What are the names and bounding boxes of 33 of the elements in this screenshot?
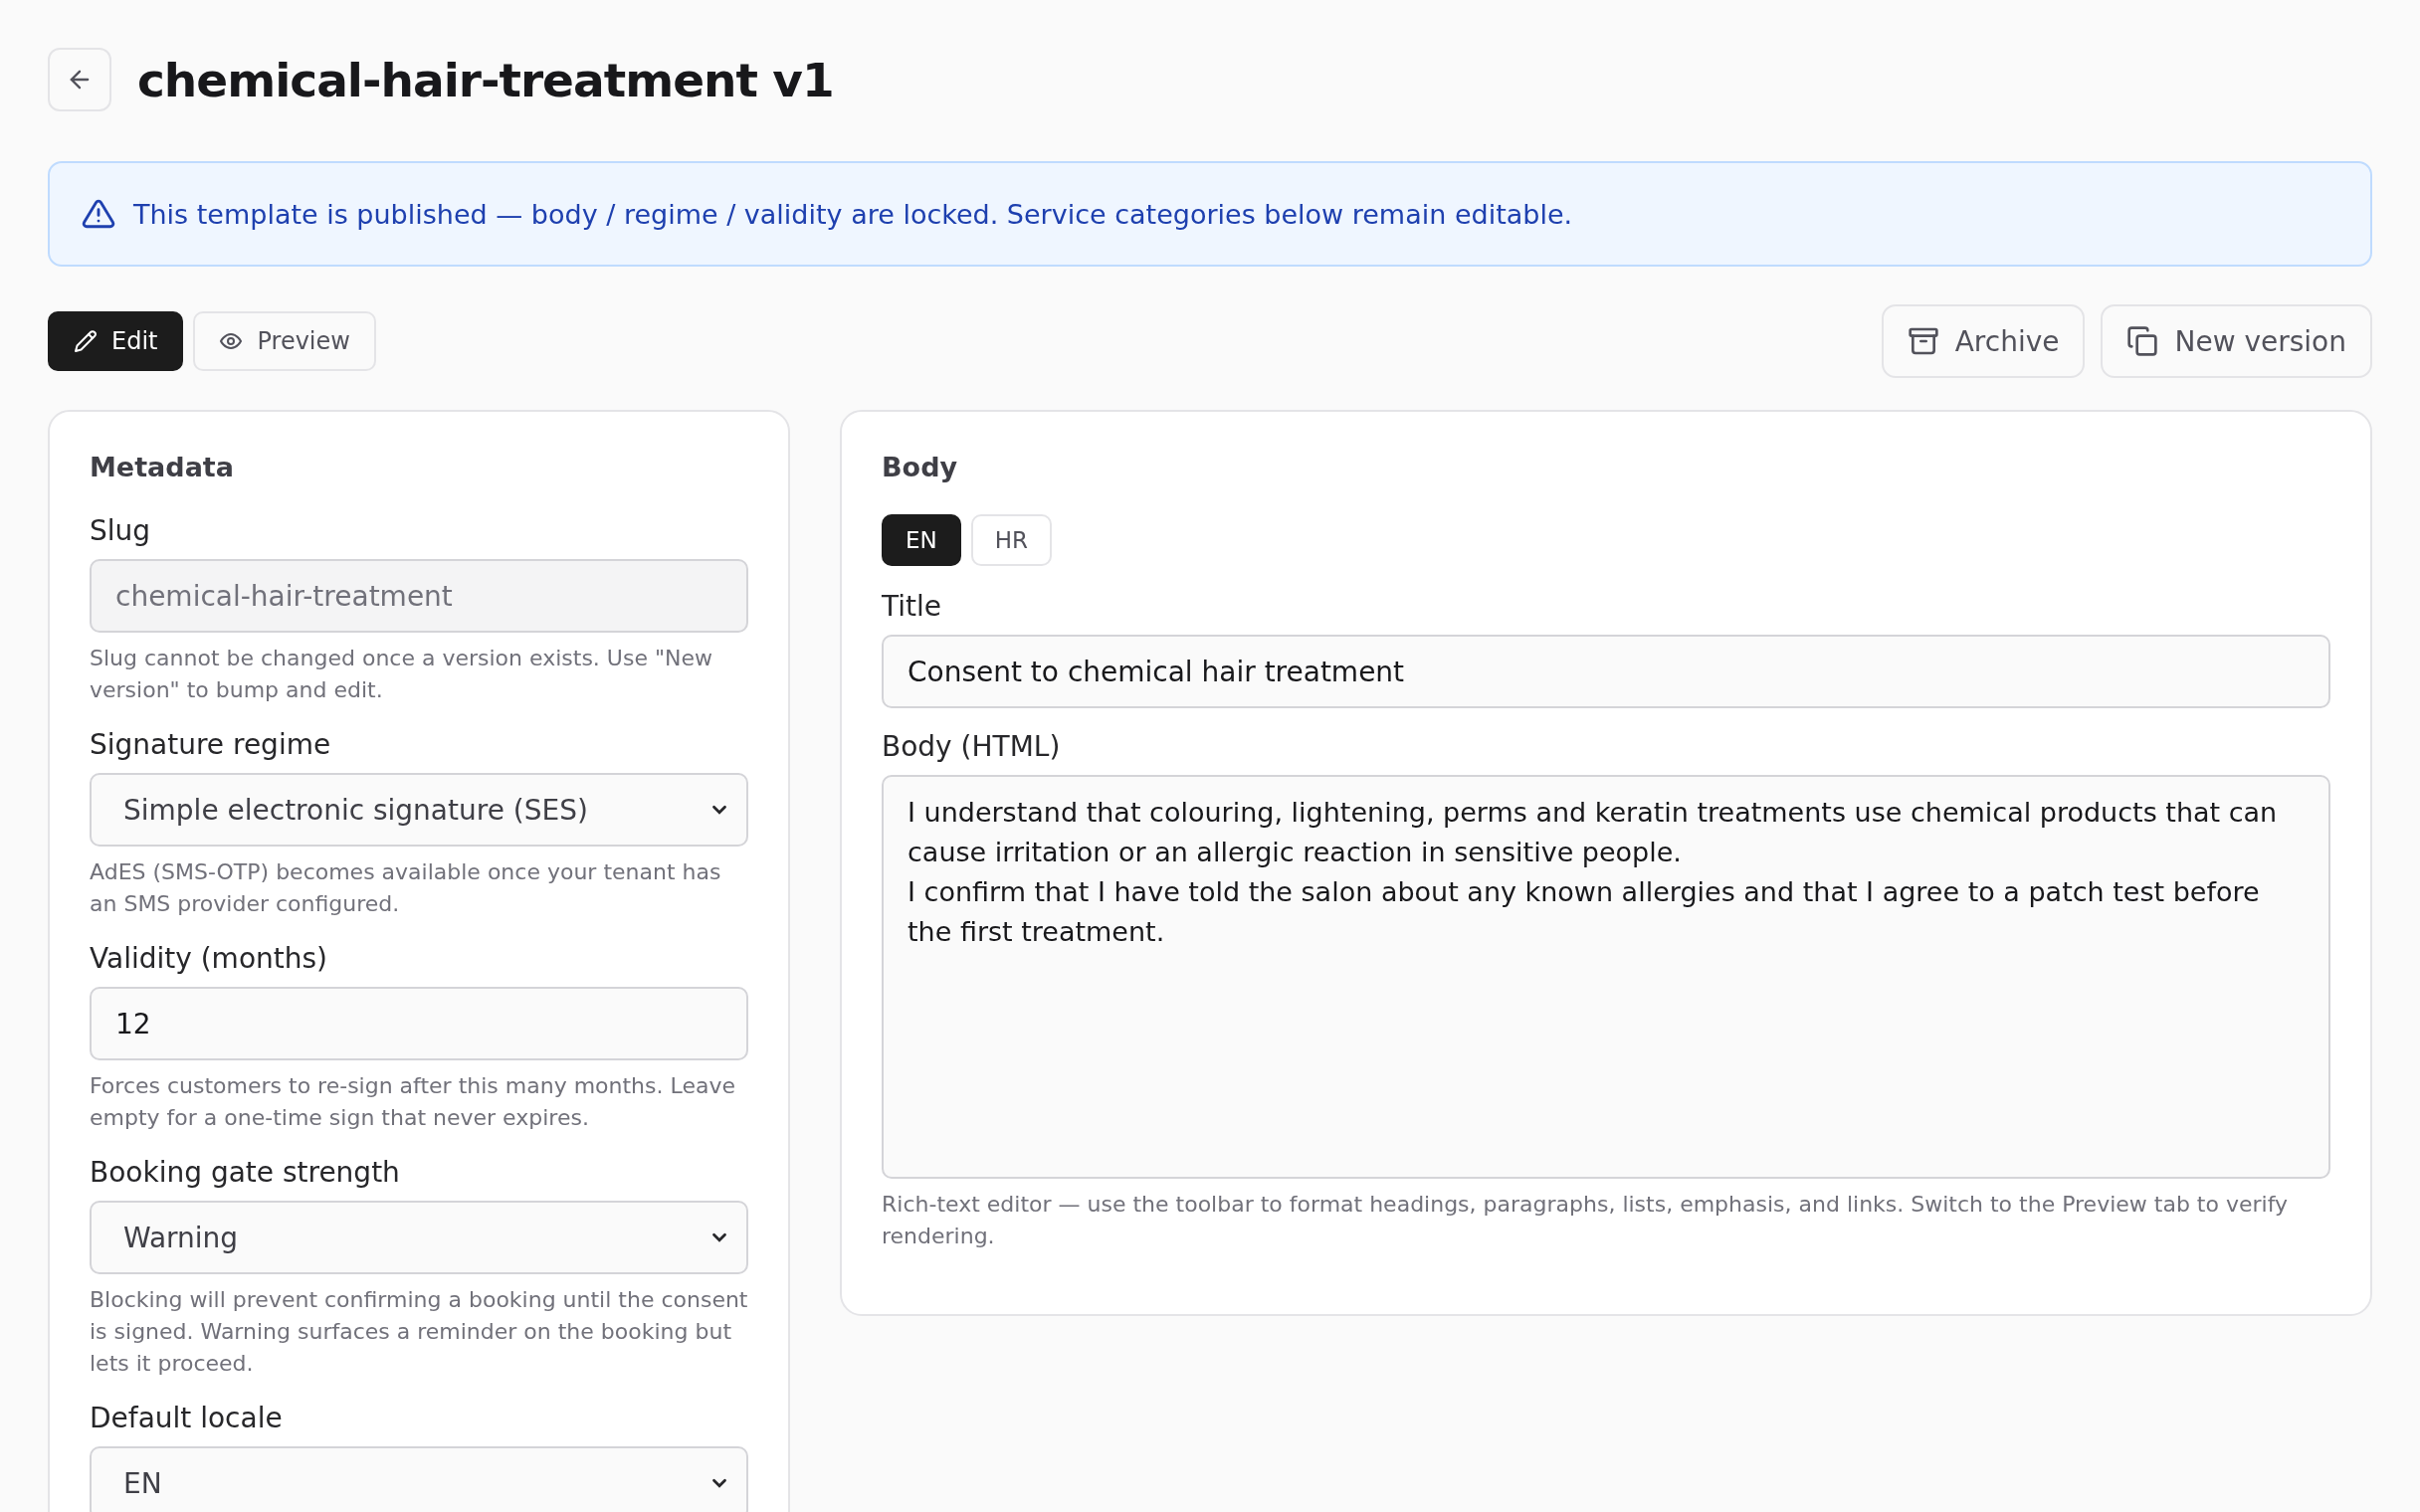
help-text: AdES (SMS-OTP) becomes available once your tenant has an SMS provider configured. (90, 858, 722, 918)
back-button[interactable] (48, 48, 111, 111)
dropdown[interactable]: EN (90, 1446, 748, 1512)
help-text: Slug cannot be changed once a version exists. Use "New version" to bump and edit. (90, 645, 714, 704)
archive-box-icon (1907, 325, 1939, 357)
help-text: Forces customers to re-sign after this many months. Leave empty for a one-time sign that never expires. (90, 1072, 736, 1132)
locale-tab[interactable]: EN (882, 514, 961, 566)
help-text: Blocking will prevent confirming a booking until the consent is signed. Warning surfaces a reminder on the booking but lets it proceed. (90, 1286, 748, 1378)
field-label: Body (HTML) (882, 730, 1062, 763)
warning-icon (82, 197, 115, 231)
title-field[interactable]: Consent to chemical hair treatment (882, 635, 2330, 708)
locale-tab[interactable]: HR (970, 514, 1053, 566)
action-button[interactable]: Archive (1881, 304, 2086, 378)
banner-text: This template is published — body / regime / validity are locked. Service categories below remain editable. (133, 198, 1573, 230)
card-heading: Body (882, 452, 959, 482)
action-button[interactable]: New version (2101, 304, 2372, 378)
copy-icon (2126, 325, 2159, 357)
dropdown[interactable]: Warning (90, 1201, 748, 1274)
field-label: Booking gate strength (90, 1156, 401, 1189)
text-field[interactable]: 12 (90, 987, 748, 1060)
pencil-icon (74, 329, 98, 353)
page-title: chemical-hair-treatment v1 (137, 52, 834, 107)
body-editor[interactable]: I understand that colouring, lightening, perms and keratin treatments use chemical products that can cause irritation or an allergic reaction in sensitive people. I confirm that I have told the salon about any known allergies and that I agree to a patch test before the first treatment. (882, 775, 2330, 1179)
dropdown[interactable]: Simple electronic signature (SES) (90, 773, 748, 847)
field-label: Default locale (90, 1402, 284, 1434)
field-label: Title (882, 590, 942, 623)
field-label: Validity (months) (90, 942, 328, 975)
field-label: Slug (90, 514, 152, 547)
field-label: Signature regime (90, 728, 332, 761)
mode-tab[interactable]: Edit (48, 311, 184, 371)
mode-tab[interactable]: Preview (193, 311, 376, 371)
card-heading: Metadata (90, 452, 235, 482)
help-text: Rich-text editor — use the toolbar to format headings, paragraphs, lists, emphasis, and links. Switch to the Preview tab to verify rendering. (882, 1191, 2290, 1250)
